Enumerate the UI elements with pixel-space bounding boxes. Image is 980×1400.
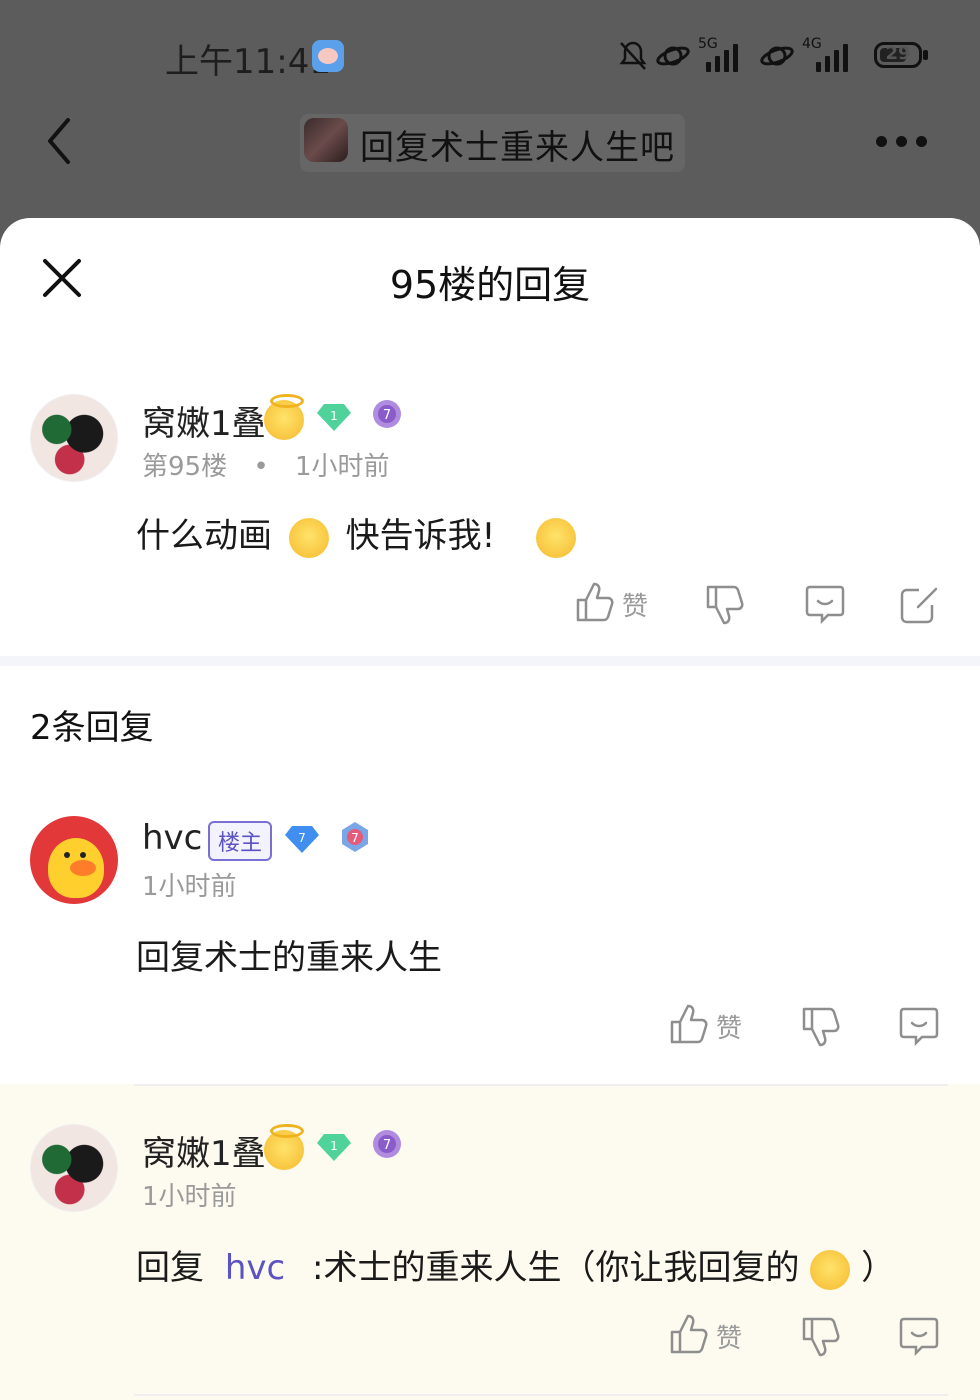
level-gem-icon: 7 (285, 826, 319, 853)
username[interactable]: 窝嫩1叠 (142, 396, 266, 445)
grade-badge-icon: 7 (342, 822, 368, 852)
meta-separator: • (253, 452, 269, 482)
reply-text: :术士的重来人生（你让我回复的 (312, 1248, 800, 1288)
forum-title[interactable]: 回复术士重来人生吧 (360, 120, 675, 169)
post-content: 什么动画 快告诉我! (136, 508, 577, 558)
svg-text:1: 1 (330, 1139, 338, 1153)
thumbs-down-icon[interactable] (800, 1312, 840, 1362)
like-label: 赞 (622, 592, 649, 622)
thumbs-down-icon[interactable] (800, 1002, 840, 1052)
like-button[interactable]: 赞 (668, 1312, 748, 1362)
hd-call-icon (656, 46, 690, 66)
reply-count: 2条回复 (30, 708, 154, 748)
svg-text:7: 7 (383, 408, 391, 423)
sheet-header: 95楼的回复 (0, 218, 980, 336)
svg-text:7: 7 (351, 831, 359, 845)
mention-link[interactable]: hvc (225, 1248, 285, 1288)
grade-badge-icon: 7 (373, 1130, 401, 1158)
signal-icon-2 (816, 42, 856, 72)
reply-actions: 赞 (668, 1002, 948, 1052)
halo-emoji-icon (264, 394, 304, 440)
floor-number: 第95楼 (142, 452, 228, 482)
thumbs-up-icon (670, 1004, 708, 1044)
svg-text:1: 1 (330, 409, 338, 423)
battery-icon: 29 (874, 42, 922, 68)
avatar[interactable] (30, 1124, 118, 1212)
more-options-icon[interactable] (876, 136, 928, 148)
back-chevron-icon[interactable] (40, 116, 80, 166)
avatar[interactable] (30, 394, 118, 482)
reply-sheet: 95楼的回复 窝嫩1叠 1 7 第95楼 • 1小时前 什么动画 快告诉我! 赞… (0, 218, 980, 1400)
comment-icon[interactable] (898, 1002, 940, 1052)
share-edit-icon[interactable] (898, 580, 940, 630)
section-divider (0, 656, 980, 666)
thinking-emoji-icon (810, 1249, 851, 1290)
reply-text-end: ） (861, 1248, 896, 1288)
battery-level: 29 (885, 43, 911, 64)
status-bar: 上午11:41 5G 4G 29 (0, 0, 980, 110)
app-notification-icon (312, 40, 344, 72)
comment-icon[interactable] (898, 1312, 940, 1362)
thumbs-up-icon (670, 1314, 708, 1354)
reply-time: 1小时前 (142, 872, 237, 902)
reply-time: 1小时前 (142, 1182, 237, 1212)
avatar[interactable] (30, 816, 118, 904)
angry-emoji-icon (288, 517, 329, 558)
halo-emoji-icon (264, 1124, 304, 1170)
status-icons: 5G 4G 29 (618, 36, 938, 76)
like-button[interactable]: 赞 (574, 580, 654, 630)
like-button[interactable]: 赞 (668, 1002, 748, 1052)
annoyed-emoji-icon (536, 517, 577, 558)
forum-avatar (304, 118, 348, 162)
grade-badge-icon: 7 (373, 400, 401, 428)
level-gem-icon: 1 (317, 404, 351, 431)
level-gem-icon: 1 (317, 1134, 351, 1161)
reply-username[interactable]: hvc (142, 818, 202, 858)
svg-text:7: 7 (383, 1138, 391, 1153)
post-time: 1小时前 (294, 452, 390, 482)
hd-call-icon-2 (760, 46, 794, 66)
reply-username[interactable]: 窝嫩1叠 (142, 1126, 266, 1175)
signal-icon-1 (706, 42, 746, 72)
like-label: 赞 (716, 1014, 743, 1044)
reply-actions: 赞 (668, 1312, 948, 1362)
reply-prefix: 回复 (136, 1248, 204, 1288)
divider (134, 1394, 948, 1396)
mute-bell-icon (619, 41, 647, 70)
thumbs-down-icon[interactable] (704, 580, 744, 630)
svg-text:7: 7 (298, 831, 306, 845)
like-label: 赞 (716, 1324, 743, 1354)
post-text-after: 快告诉我! (345, 516, 496, 556)
thumbs-up-icon (576, 582, 614, 622)
post-actions: 赞 (574, 580, 944, 630)
status-time: 上午11:41 (165, 42, 331, 82)
post-meta: 第95楼 • 1小时前 (142, 446, 390, 483)
owner-tag: 楼主 (208, 821, 273, 861)
reply-content: 回复 hvc :术士的重来人生（你让我回复的 ） (136, 1240, 895, 1290)
sheet-title: 95楼的回复 (389, 263, 591, 307)
post-text: 什么动画 (136, 516, 272, 556)
comment-icon[interactable] (804, 580, 846, 630)
divider (134, 1084, 948, 1086)
reply-content: 回复术士的重来人生 (136, 938, 442, 978)
